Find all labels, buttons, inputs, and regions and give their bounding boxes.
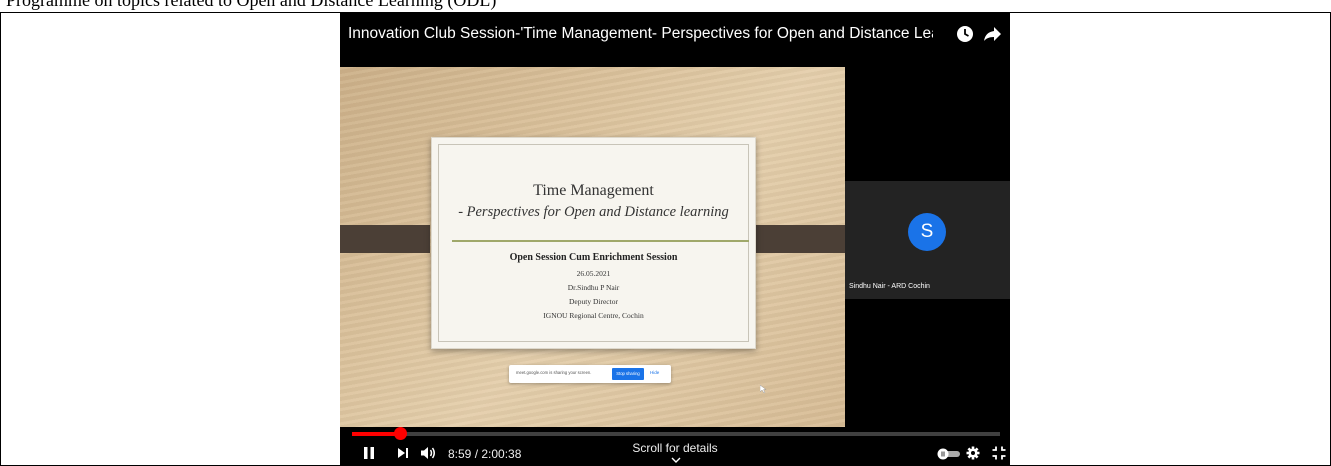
video-title[interactable]: Innovation Club Session-'Time Management… <box>348 25 933 43</box>
screen-share-banner: meet.google.com is sharing your screen. … <box>509 365 671 383</box>
participant-panel: S Sindhu Nair - ARD Cochin <box>845 67 1010 427</box>
slide-divider <box>452 240 749 242</box>
exit-fullscreen-icon[interactable] <box>992 446 1006 460</box>
stop-sharing-button[interactable]: Stop sharing <box>612 368 644 380</box>
slide-date: 26.05.2021 <box>576 269 611 278</box>
screen-share-message: meet.google.com is sharing your screen. <box>516 370 592 375</box>
player-controls: 8:59 / 2:00:38 Scroll for details <box>340 439 1010 466</box>
table-border-left <box>0 12 1 466</box>
participant-name: Sindhu Nair - ARD Cochin <box>849 283 930 290</box>
document-header-text: Programme on topics related to Open and … <box>6 0 497 10</box>
gear-icon[interactable] <box>966 446 980 460</box>
presentation-slide: Time Management - Perspectives for Open … <box>431 137 756 349</box>
slide-title: Time Management <box>533 182 654 199</box>
progress-played <box>352 432 401 436</box>
clock-icon[interactable] <box>957 26 973 42</box>
pause-icon[interactable] <box>362 446 376 460</box>
video-title-bar: Innovation Club Session-'Time Management… <box>340 13 1010 55</box>
slide-organisation: IGNOU Regional Centre, Cochin <box>543 311 644 320</box>
next-icon[interactable] <box>397 447 409 459</box>
slide-speaker: Dr.Sindhu P Nair <box>567 283 620 292</box>
shared-screen-view: Time Management - Perspectives for Open … <box>340 67 845 427</box>
chevron-down-icon[interactable] <box>671 457 681 463</box>
document-header-fragment: Programme on topics related to Open and … <box>0 0 1331 12</box>
mouse-cursor-icon <box>760 385 766 393</box>
share-arrow-icon[interactable] <box>984 26 1002 42</box>
progress-bar[interactable] <box>352 427 1000 440</box>
scroll-for-details[interactable]: Scroll for details <box>620 441 730 455</box>
slide-designation: Deputy Director <box>569 297 618 306</box>
slide-session: Open Session Cum Enrichment Session <box>509 252 678 263</box>
participant-tile[interactable]: S Sindhu Nair - ARD Cochin <box>845 181 1010 299</box>
video-player[interactable]: Innovation Club Session-'Time Management… <box>340 13 1010 466</box>
hide-button[interactable]: Hide <box>650 370 659 375</box>
avatar: S <box>908 213 946 251</box>
time-display: 8:59 / 2:00:38 <box>448 447 522 461</box>
autoplay-toggle-icon[interactable] <box>937 448 961 460</box>
volume-icon[interactable] <box>420 446 436 460</box>
decorative-band-left <box>340 225 430 253</box>
slide-subtitle: - Perspectives for Open and Distance lea… <box>458 204 729 220</box>
